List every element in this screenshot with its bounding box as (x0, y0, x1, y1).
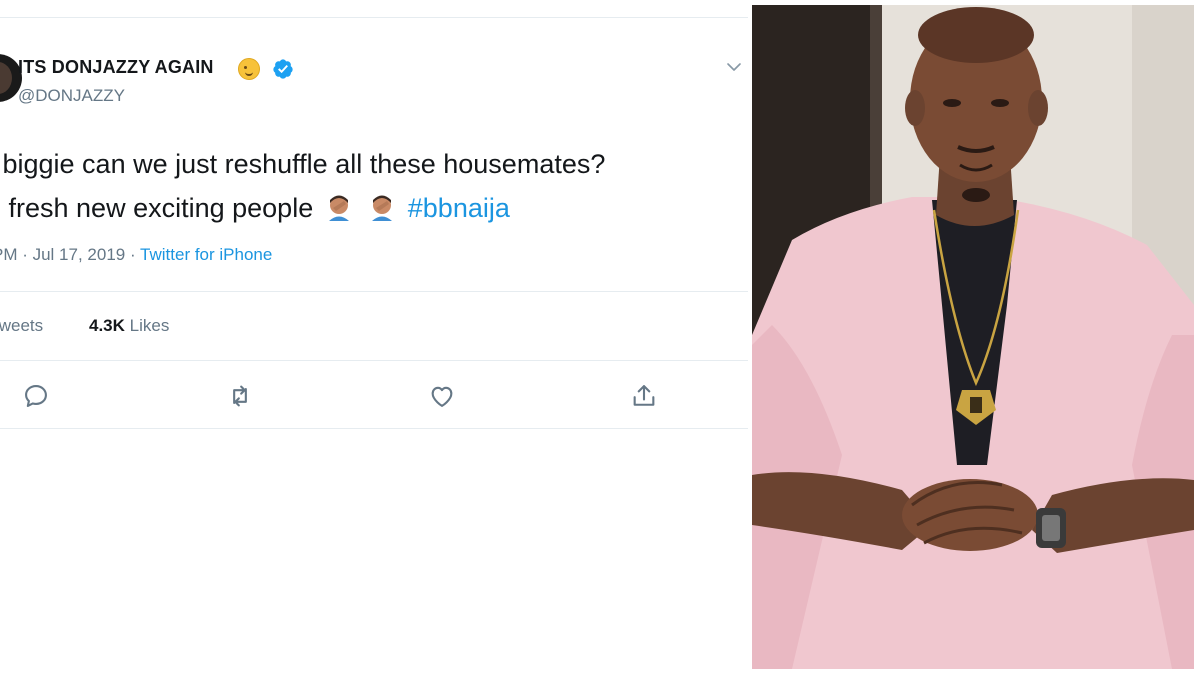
like-icon[interactable] (428, 382, 456, 410)
chevron-down-icon[interactable] (725, 58, 743, 76)
display-name[interactable]: ITS DONJAZZY AGAIN (18, 57, 214, 78)
divider (0, 291, 748, 292)
retweets-stat[interactable]: tweets (0, 316, 43, 336)
verified-badge-icon (273, 59, 293, 79)
source-link[interactable]: Twitter for iPhone (140, 245, 272, 264)
divider (0, 360, 748, 361)
portrait-photo (752, 5, 1194, 669)
likes-stat[interactable]: 4.3K Likes (89, 316, 169, 336)
reply-icon[interactable] (22, 382, 50, 410)
tweet-text-line-2: g fresh new exciting people #bbnaija (0, 186, 726, 230)
user-handle[interactable]: @DONJAZZY (18, 86, 125, 106)
retweet-icon[interactable] (226, 382, 254, 410)
facepalm-emoji-icon (372, 195, 393, 221)
hashtag-link[interactable]: #bbnaija (408, 193, 510, 223)
divider (0, 17, 748, 18)
tweet-text-line-1: r biggie can we just reshuffle all these… (0, 149, 606, 179)
share-icon[interactable] (630, 382, 658, 410)
tweet-card: ITS DONJAZZY AGAIN @DONJAZZY r biggie ca… (0, 0, 748, 675)
man-in-pink-kaftan-photo (752, 5, 1194, 669)
likes-label: Likes (129, 316, 170, 335)
divider (0, 428, 748, 429)
winking-face-emoji-icon (238, 58, 260, 80)
timestamp[interactable]: PM · Jul 17, 2019 · (0, 245, 140, 264)
retweets-label: tweets (0, 316, 44, 335)
tweet-text-line-2-prefix: g fresh new exciting people (0, 193, 314, 223)
tweet-meta: PM · Jul 17, 2019 · Twitter for iPhone (0, 245, 272, 265)
tweet-text: r biggie can we just reshuffle all these… (0, 142, 726, 230)
likes-count: 4.3K (89, 316, 125, 335)
facepalm-emoji-icon (328, 195, 349, 221)
